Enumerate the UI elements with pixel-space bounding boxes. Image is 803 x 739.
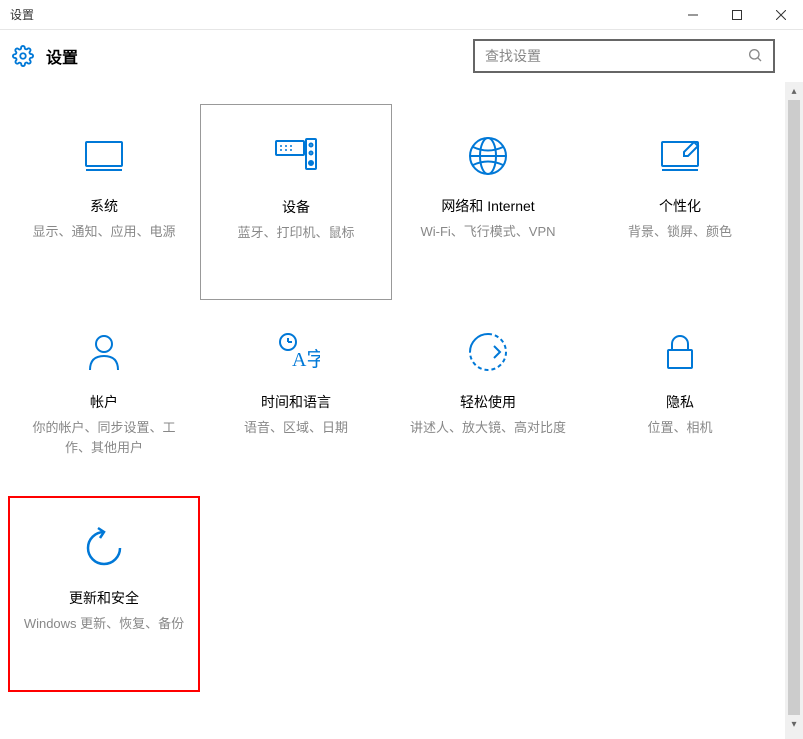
globe-icon	[464, 128, 512, 184]
tile-desc: 蓝牙、打印机、鼠标	[237, 223, 354, 243]
tile-desc: 你的帐户、同步设置、工作、其他用户	[20, 418, 188, 457]
minimize-button[interactable]	[671, 0, 715, 30]
maximize-button[interactable]	[715, 0, 759, 30]
tile-privacy[interactable]: 隐私 位置、相机	[584, 300, 776, 496]
devices-icon	[272, 129, 320, 185]
tile-title: 隐私	[666, 392, 694, 412]
search-input[interactable]: 查找设置	[473, 39, 775, 73]
paint-icon	[656, 128, 704, 184]
lock-icon	[656, 324, 704, 380]
tile-system[interactable]: 系统 显示、通知、应用、电源	[8, 104, 200, 300]
tile-time-language[interactable]: A字 时间和语言 语音、区域、日期	[200, 300, 392, 496]
scrollbar[interactable]: ▴ ▾	[785, 82, 803, 739]
window-title: 设置	[10, 6, 34, 23]
tile-accounts[interactable]: 帐户 你的帐户、同步设置、工作、其他用户	[8, 300, 200, 496]
update-icon	[80, 520, 128, 576]
tile-ease-of-access[interactable]: 轻松使用 讲述人、放大镜、高对比度	[392, 300, 584, 496]
tile-title: 帐户	[90, 392, 118, 412]
time-language-icon: A字	[272, 324, 320, 380]
tile-desc: 位置、相机	[647, 418, 712, 438]
tile-desc: 显示、通知、应用、电源	[32, 222, 175, 242]
tile-title: 系统	[90, 196, 118, 216]
svg-text:A字: A字	[292, 348, 320, 371]
tile-title: 个性化	[659, 196, 701, 216]
person-icon	[80, 324, 128, 380]
tile-title: 时间和语言	[261, 392, 331, 412]
scroll-down-icon[interactable]: ▾	[785, 715, 803, 733]
tile-personalization[interactable]: 个性化 背景、锁屏、颜色	[584, 104, 776, 300]
tile-desc: Wi-Fi、飞行模式、VPN	[420, 222, 555, 242]
tile-desc: Windows 更新、恢复、备份	[24, 614, 184, 634]
search-icon	[747, 47, 763, 66]
scroll-thumb[interactable]	[788, 100, 800, 715]
tile-desc: 语音、区域、日期	[244, 418, 348, 438]
window-controls	[671, 0, 803, 30]
tile-title: 轻松使用	[460, 392, 516, 412]
scroll-up-icon[interactable]: ▴	[785, 82, 803, 100]
tile-desc: 讲述人、放大镜、高对比度	[410, 418, 566, 438]
tile-title: 设备	[282, 197, 310, 217]
settings-grid: 系统 显示、通知、应用、电源 设备	[0, 82, 784, 714]
header: 设置 查找设置	[0, 30, 803, 82]
titlebar: 设置	[0, 0, 803, 30]
gear-icon	[12, 45, 34, 67]
display-icon	[80, 128, 128, 184]
tile-title: 网络和 Internet	[441, 196, 534, 216]
tile-devices[interactable]: 设备 蓝牙、打印机、鼠标	[200, 104, 392, 300]
search-placeholder: 查找设置	[485, 46, 747, 66]
tile-network[interactable]: 网络和 Internet Wi-Fi、飞行模式、VPN	[392, 104, 584, 300]
ease-of-access-icon	[464, 324, 512, 380]
tile-desc: 背景、锁屏、颜色	[628, 222, 732, 242]
tile-title: 更新和安全	[69, 588, 139, 608]
page-title: 设置	[46, 44, 78, 68]
tile-update-security[interactable]: 更新和安全 Windows 更新、恢复、备份	[8, 496, 200, 692]
close-button[interactable]	[759, 0, 803, 30]
content-area: 系统 显示、通知、应用、电源 设备	[0, 82, 803, 739]
